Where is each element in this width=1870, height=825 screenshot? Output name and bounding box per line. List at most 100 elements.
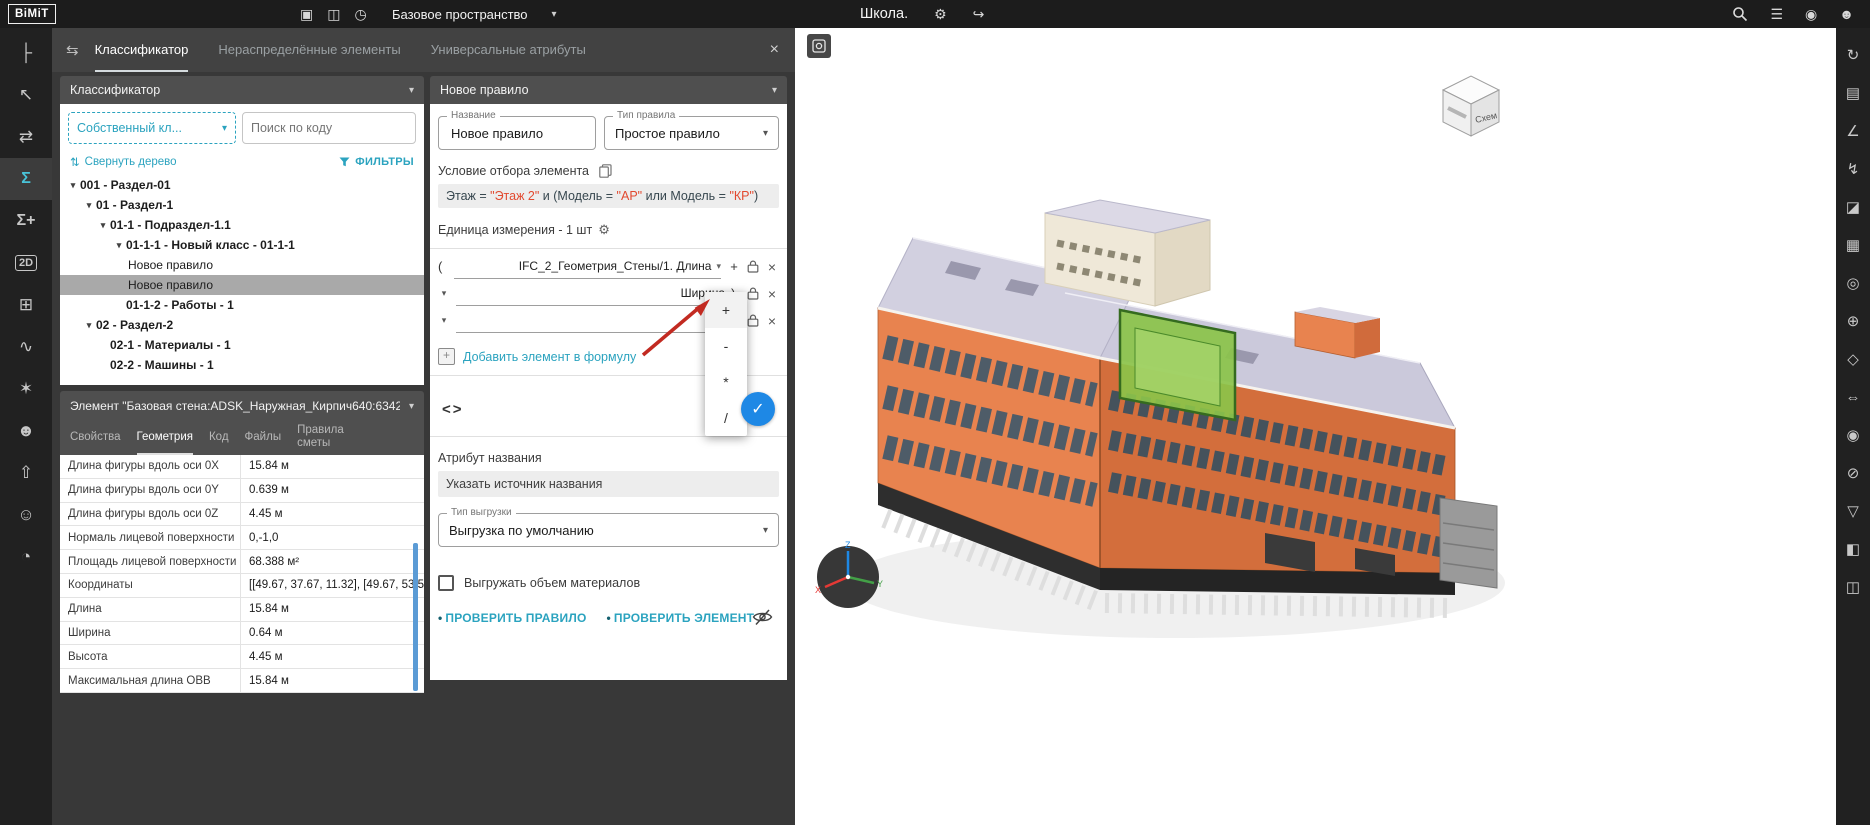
layers-icon[interactable]: ▤ xyxy=(1836,74,1870,112)
team-icon[interactable]: ◫ xyxy=(327,7,340,21)
rule-type-select[interactable]: Тип правила Простое правило ▾ xyxy=(604,116,779,150)
classifier-type-select[interactable]: Собственный кл... ▾ xyxy=(68,112,236,144)
section-icon[interactable]: ◪ xyxy=(1836,188,1870,226)
tab-estimate-rules[interactable]: Правила сметы xyxy=(297,421,345,455)
export-icon[interactable]: ⇧ xyxy=(0,452,52,494)
filters-button[interactable]: ФИЛЬТРЫ xyxy=(339,156,414,168)
projects-icon[interactable]: ▣ xyxy=(300,7,313,21)
tree-item[interactable]: Новое правило xyxy=(60,255,424,275)
formula-attribute-select[interactable]: IFC_2_Геометрия_Стены/1. Длина ▾ xyxy=(454,254,721,279)
name-source-field[interactable]: Указать источник названия xyxy=(438,471,779,497)
structure-icon[interactable]: ⊞ xyxy=(0,284,52,326)
axes-icon[interactable]: ◇ xyxy=(1836,340,1870,378)
tab-geometry[interactable]: Геометрия xyxy=(137,421,193,455)
history-icon[interactable]: ◷ xyxy=(354,7,366,21)
lock-icon[interactable] xyxy=(747,287,759,300)
hide-icon[interactable]: ⊘ xyxy=(1836,454,1870,492)
operator-plus[interactable]: + xyxy=(705,292,747,328)
condition-expression[interactable]: Этаж = "Этаж 2" и (Модель = "АР" или Мод… xyxy=(438,184,779,208)
workspace-selector[interactable]: Базовое пространство ▾ xyxy=(392,0,557,28)
clash-icon[interactable]: ↯ xyxy=(1836,150,1870,188)
tree-expand-icon[interactable]: ▾ xyxy=(66,180,80,191)
focus-icon[interactable]: ◎ xyxy=(1836,264,1870,302)
rotate-icon[interactable]: ↻ xyxy=(1836,36,1870,74)
tree-item[interactable]: 01-1-2 - Работы - 1 xyxy=(60,295,424,315)
code-view-button[interactable]: <> xyxy=(442,401,464,418)
menu-icon[interactable]: ☰ xyxy=(1770,7,1783,21)
lock-icon[interactable] xyxy=(747,314,759,327)
tab-code[interactable]: Код xyxy=(209,421,229,455)
measure-icon[interactable]: ∠ xyxy=(1836,112,1870,150)
fit-view-icon[interactable]: ⇔ xyxy=(1836,378,1870,416)
remove-row-icon[interactable]: × xyxy=(765,286,779,302)
collapse-panel-icon[interactable]: ⇆ xyxy=(66,41,79,59)
tree-expand-icon[interactable]: ▾ xyxy=(82,320,96,331)
tree-expand-icon[interactable]: ▾ xyxy=(82,200,96,211)
screenshot-icon[interactable] xyxy=(807,34,831,58)
operator-select[interactable]: + xyxy=(727,259,741,274)
view-cube[interactable]: Схем xyxy=(1443,76,1499,136)
tab-unassigned-elements[interactable]: Нераспределённые элементы xyxy=(218,28,400,72)
table-scrollbar[interactable] xyxy=(413,543,418,691)
tree-item[interactable]: ▾01 - Раздел-1 xyxy=(60,195,424,215)
tree-item[interactable]: ▾01-1-1 - Новый класс - 01-1-1 xyxy=(60,235,424,255)
visibility-icon[interactable]: ◉ xyxy=(1836,416,1870,454)
search-icon[interactable] xyxy=(1732,6,1748,22)
lock-icon[interactable] xyxy=(747,260,759,273)
code-search-input[interactable] xyxy=(243,121,415,135)
paint-icon[interactable]: ◧ xyxy=(1836,530,1870,568)
grid-icon[interactable]: ▦ xyxy=(1836,226,1870,264)
eye-off-icon[interactable] xyxy=(752,609,773,629)
close-icon[interactable]: × xyxy=(770,28,779,72)
gear-icon[interactable]: ⚙ xyxy=(598,222,610,238)
viewport-3d[interactable]: Схем X Y Z xyxy=(795,28,1836,825)
check-element-button[interactable]: •ПРОВЕРИТЬ ЭЛЕМЕНТ xyxy=(606,611,754,625)
copy-icon[interactable] xyxy=(599,164,612,178)
add-element-icon[interactable]: ⊕ xyxy=(1836,302,1870,340)
select-tool-icon[interactable]: ↖ xyxy=(0,74,52,116)
gear-icon[interactable]: ⚙ xyxy=(934,7,947,21)
model-tree-icon[interactable]: ├ xyxy=(0,32,52,74)
tab-files[interactable]: Файлы xyxy=(245,421,282,455)
tab-properties[interactable]: Свойства xyxy=(70,421,121,455)
account-icon[interactable]: ◉ xyxy=(1805,7,1817,21)
element-section-header[interactable]: Элемент "Базовая стена:ADSK_Наружная_Кир… xyxy=(60,391,424,421)
filter-icon[interactable]: ▽ xyxy=(1836,492,1870,530)
tree-item[interactable]: ▾001 - Раздел-01 xyxy=(60,175,424,195)
tree-item-selected[interactable]: Новое правило xyxy=(60,275,424,295)
tab-classifier[interactable]: Классификатор xyxy=(95,28,189,72)
rule-section-header[interactable]: Новое правило ▾ xyxy=(430,76,787,104)
plugins-icon[interactable]: ✶ xyxy=(0,368,52,410)
chevron-down-icon[interactable]: ▾ xyxy=(438,288,450,299)
export-materials-checkbox[interactable] xyxy=(438,575,454,591)
check-rule-button[interactable]: •ПРОВЕРИТЬ ПРАВИЛО xyxy=(438,611,586,625)
tab-universal-attributes[interactable]: Универсальные атрибуты xyxy=(431,28,586,72)
clip-box-icon[interactable]: ◫ xyxy=(1836,568,1870,606)
tree-item[interactable]: 02-2 - Машины - 1 xyxy=(60,355,424,375)
tree-item[interactable]: ▾02 - Раздел-2 xyxy=(60,315,424,335)
confirm-button[interactable]: ✓ xyxy=(741,392,775,426)
formula-attribute-select[interactable]: Ширина xyxy=(456,281,725,306)
tree-expand-icon[interactable]: ▾ xyxy=(112,240,126,251)
2d-view-icon[interactable]: 2D xyxy=(0,242,52,284)
classifier-section-header[interactable]: Классификатор ▾ xyxy=(60,76,424,104)
chevron-down-icon[interactable]: ▾ xyxy=(438,315,450,326)
classifier-plus-icon[interactable]: Σ+ xyxy=(0,200,52,242)
classifier-icon[interactable]: Σ xyxy=(0,158,52,200)
remove-row-icon[interactable]: × xyxy=(765,259,779,275)
rule-name-input[interactable] xyxy=(449,125,585,142)
formula-value-input[interactable]: 2 xyxy=(456,308,741,333)
operator-minus[interactable]: - xyxy=(705,328,747,364)
user-settings-icon[interactable]: ☻ xyxy=(0,410,52,452)
user-icon[interactable]: ☻ xyxy=(1839,7,1854,21)
tree-item[interactable]: ▾01-1 - Подраздел-1.1 xyxy=(60,215,424,235)
tree-expand-icon[interactable]: ▾ xyxy=(96,220,110,231)
export-type-select[interactable]: Тип выгрузки Выгрузка по умолчанию ▾ xyxy=(438,513,779,547)
charts-icon[interactable]: ∿ xyxy=(0,326,52,368)
operator-multiply[interactable]: * xyxy=(705,364,747,400)
dashboard-icon[interactable]: ◔ xyxy=(0,536,52,578)
share-icon[interactable]: ↪ xyxy=(973,7,985,21)
tree-item[interactable]: 02-1 - Материалы - 1 xyxy=(60,335,424,355)
remove-row-icon[interactable]: × xyxy=(765,313,779,329)
users-icon[interactable]: ☺ xyxy=(0,494,52,536)
